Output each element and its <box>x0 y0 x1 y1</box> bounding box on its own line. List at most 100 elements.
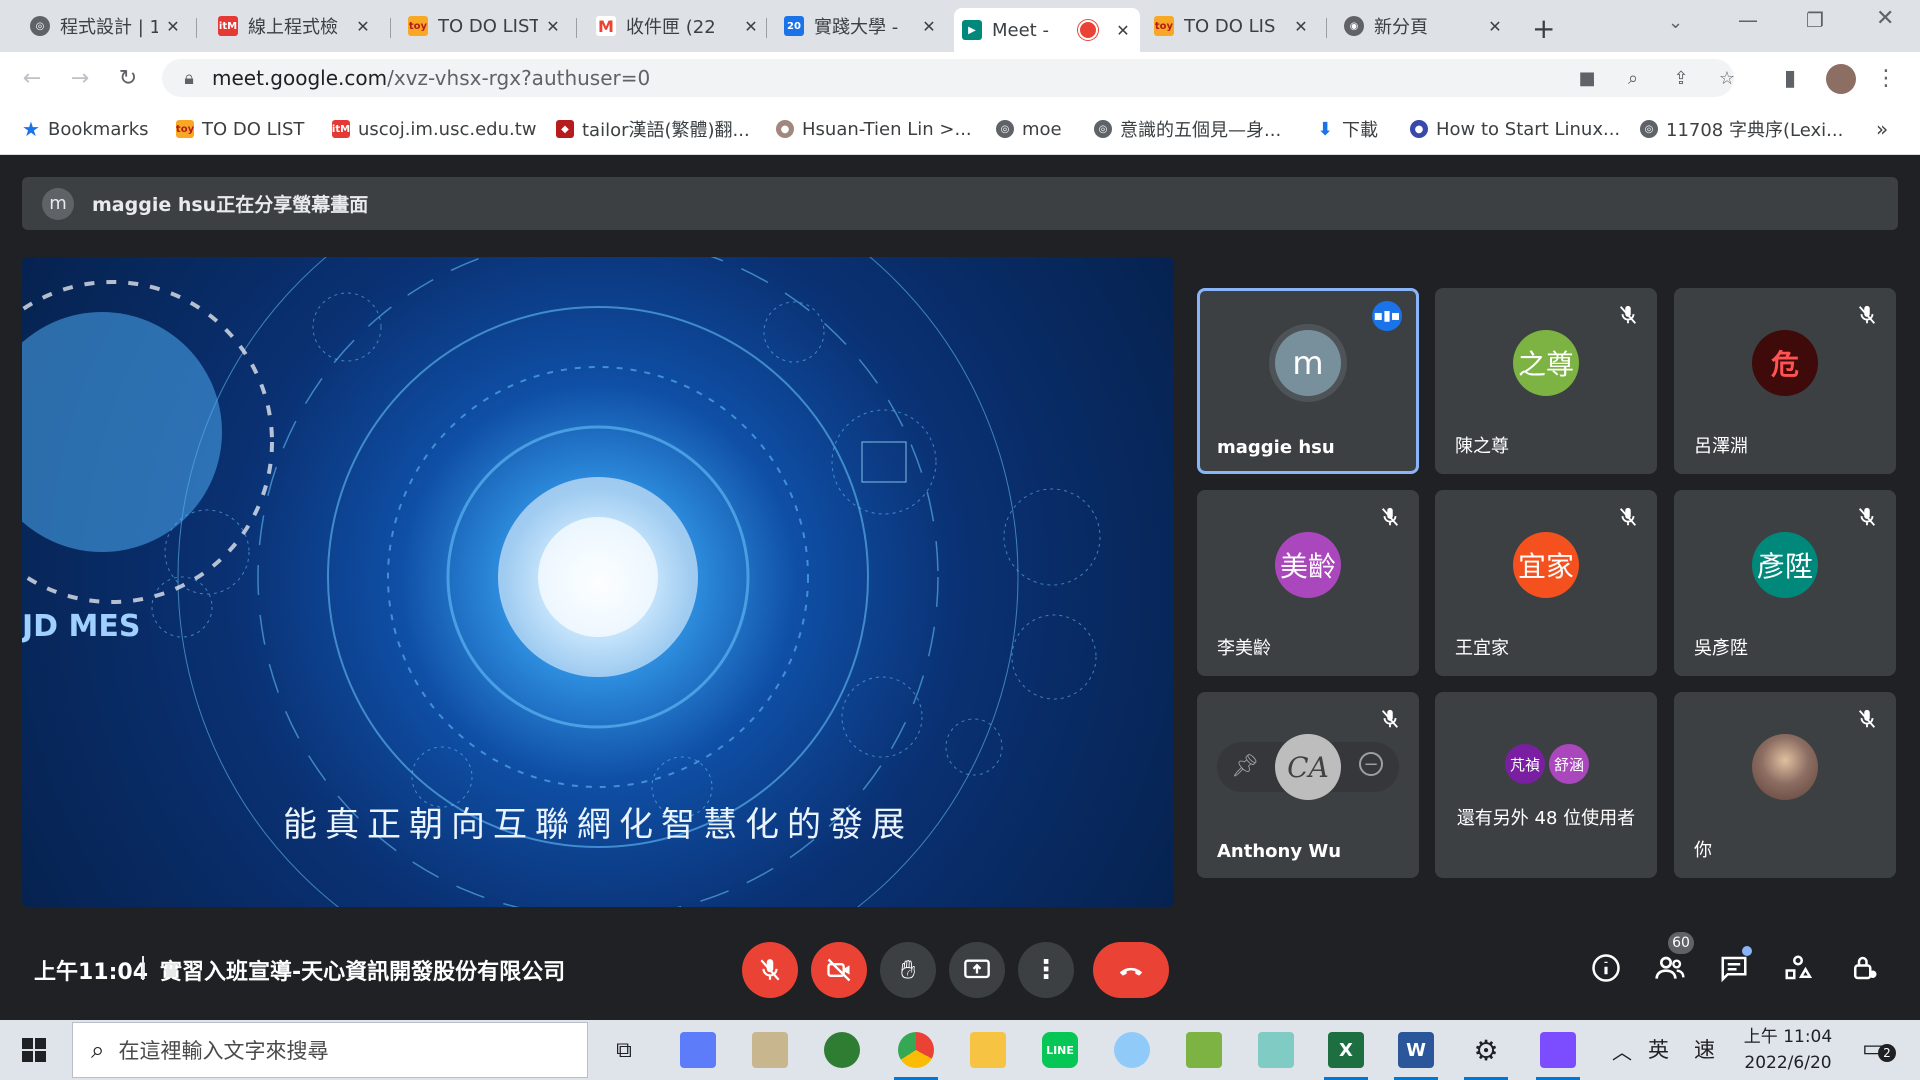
more-options-button[interactable]: ⋮ <box>1018 942 1074 998</box>
map-app-icon[interactable] <box>824 1032 860 1068</box>
presentation-brand-text: JD MES <box>22 609 141 644</box>
close-tab-icon[interactable]: ✕ <box>1486 17 1504 36</box>
notification-center-button[interactable]: ▭ 2 <box>1862 1034 1896 1062</box>
menu-icon[interactable]: ⋮ <box>1874 66 1898 91</box>
network-app-icon[interactable] <box>680 1032 716 1068</box>
tab-search-icon[interactable]: ⌄ <box>1668 12 1683 33</box>
bookmark-tailor[interactable]: ◆ tailor漢語(繁體)翻... <box>556 116 750 142</box>
mic-off-icon <box>1619 507 1637 526</box>
close-tab-icon[interactable]: ✕ <box>1292 17 1310 36</box>
taskbar-search-box[interactable]: ⌕ 在這裡輸入文字來搜尋 <box>72 1022 588 1078</box>
host-controls-button[interactable] <box>1846 950 1882 986</box>
url-text[interactable]: meet.google.com/xvz-vhsx-rgx?authuser=0 <box>212 66 650 90</box>
participant-tile-3[interactable]: 危 呂澤淵 <box>1674 288 1896 474</box>
participant-tile-5[interactable]: 宜家 王宜家 <box>1435 490 1657 676</box>
meeting-details-button[interactable] <box>1588 950 1624 986</box>
close-tab-icon[interactable]: ✕ <box>742 17 760 36</box>
tab-8[interactable]: ◉ 新分頁 ✕ <box>1336 8 1512 44</box>
participant-name: 你 <box>1694 840 1712 861</box>
chrome-app-icon[interactable] <box>898 1032 934 1068</box>
tab-1[interactable]: ◎ 程式設計 | 1 ✕ <box>22 8 190 44</box>
site-icon: ● <box>1410 120 1428 138</box>
bookmark-downloads[interactable]: ⬇ 下載 <box>1316 116 1378 142</box>
ime-mode[interactable]: 速 <box>1694 1034 1715 1064</box>
camera-toggle-button[interactable] <box>811 942 867 998</box>
bookmark-lexi[interactable]: ◎ 11708 字典序(Lexi... <box>1640 116 1843 142</box>
whiteboard-app-icon[interactable] <box>1258 1032 1294 1068</box>
close-window-button[interactable]: ✕ <box>1876 6 1894 31</box>
chat-icon <box>1721 956 1747 983</box>
line-app-icon[interactable]: LINE <box>1042 1032 1078 1068</box>
participant-tile-4[interactable]: 美齡 李美齡 <box>1197 490 1419 676</box>
paint-app-icon[interactable] <box>1114 1032 1150 1068</box>
tab-4[interactable]: M 收件匣 (22 ✕ <box>588 8 768 44</box>
activities-button[interactable] <box>1780 950 1816 986</box>
globe-icon: ◎ <box>30 16 50 36</box>
tray-chevron-icon[interactable]: ︿ <box>1612 1036 1632 1065</box>
close-tab-icon[interactable]: ✕ <box>544 17 562 36</box>
restore-button[interactable]: ❐ <box>1806 8 1824 32</box>
pin-icon[interactable]: 📌︎ <box>1231 754 1259 779</box>
participant-tile-2[interactable]: 之尊 陳之尊 <box>1435 288 1657 474</box>
side-panel-icon[interactable]: ▮ <box>1778 66 1802 91</box>
people-icon <box>1655 956 1685 979</box>
raise-hand-button[interactable]: ✋︎ <box>880 942 936 998</box>
bookmark-linux[interactable]: ● How to Start Linux... <box>1410 116 1620 142</box>
close-tab-icon[interactable]: ✕ <box>1114 21 1132 40</box>
camera-icon[interactable]: ■ <box>1576 67 1598 89</box>
more-participants-tile[interactable]: 芃禎 舒涵 還有另外 48 位使用者 <box>1435 692 1657 878</box>
chat-button[interactable] <box>1716 946 1752 986</box>
bookmark-uscoj[interactable]: itM uscoj.im.usc.edu.tw <box>332 116 537 142</box>
forward-button[interactable]: → <box>68 66 92 91</box>
more-bookmarks-icon[interactable]: » <box>1876 116 1888 142</box>
presenter-avatar: m <box>42 187 74 220</box>
tab-5[interactable]: 20 實踐大學 - ✕ <box>776 8 946 44</box>
present-screen-button[interactable] <box>949 942 1005 998</box>
tab-2[interactable]: itM 線上程式檢 ✕ <box>210 8 380 44</box>
leave-call-button[interactable] <box>1093 942 1169 998</box>
share-icon[interactable]: ⇪ <box>1670 67 1692 89</box>
tab-3[interactable]: toy TO DO LIST ✕ <box>400 8 570 44</box>
minimize-button[interactable]: — <box>1738 8 1758 32</box>
visual-studio-icon[interactable] <box>1540 1032 1576 1068</box>
tab-meet-active[interactable]: ▶ Meet - ✕ <box>954 8 1140 52</box>
bookmark-bookmarks[interactable]: ★ Bookmarks <box>22 116 149 142</box>
participant-tile-anthony[interactable]: 📌︎ − CA Anthony Wu <box>1197 692 1419 878</box>
notes-app-icon[interactable] <box>1186 1032 1222 1068</box>
bookmark-consciousness[interactable]: ◎ 意識的五個見—身... <box>1094 116 1281 142</box>
new-tab-button[interactable]: + <box>1532 12 1555 45</box>
bookmark-todo[interactable]: toy TO DO LIST <box>176 116 304 142</box>
itm-icon: itM <box>218 16 238 36</box>
tab-divider <box>766 18 767 38</box>
remove-icon[interactable]: − <box>1359 752 1383 776</box>
system-clock[interactable]: 上午 11:04 2022/6/20 <box>1738 1024 1838 1076</box>
excel-app-icon[interactable]: X <box>1328 1032 1364 1068</box>
lock-icon[interactable]: 🔒︎ <box>178 67 200 89</box>
avatar: 之尊 <box>1513 330 1579 396</box>
reload-button[interactable]: ↻ <box>116 66 140 91</box>
participant-tile-maggie[interactable]: m ▪▮▪ maggie hsu <box>1197 288 1419 474</box>
bookmark-star-icon[interactable]: ☆ <box>1716 67 1738 89</box>
back-button[interactable]: ← <box>20 66 44 91</box>
word-app-icon[interactable]: W <box>1398 1032 1434 1068</box>
profile-avatar[interactable] <box>1826 64 1856 94</box>
close-tab-icon[interactable]: ✕ <box>920 17 938 36</box>
bookmark-moe[interactable]: ◎ moe <box>996 116 1062 142</box>
participant-tile-6[interactable]: 彥陞 吳彥陞 <box>1674 490 1896 676</box>
address-bar[interactable]: 🔒︎ meet.google.com/xvz-vhsx-rgx?authuser… <box>162 59 1735 97</box>
tab-7[interactable]: toy TO DO LIS ✕ <box>1146 8 1318 44</box>
ime-language[interactable]: 英 <box>1648 1034 1669 1064</box>
zoom-icon[interactable]: ⌕ <box>1622 67 1644 89</box>
people-button[interactable]: 60 <box>1652 932 1694 986</box>
participant-tile-you[interactable]: 你 <box>1674 692 1896 878</box>
clock-time: 上午 11:04 <box>1743 1027 1833 1047</box>
notepad-app-icon[interactable] <box>752 1032 788 1068</box>
task-view-icon[interactable]: ⧉ <box>606 1032 642 1068</box>
start-button[interactable] <box>22 1038 46 1066</box>
settings-app-icon[interactable]: ⚙︎ <box>1468 1032 1504 1068</box>
file-explorer-icon[interactable] <box>970 1032 1006 1068</box>
bookmark-hsuan-tien[interactable]: ● Hsuan-Tien Lin >... <box>776 116 972 142</box>
close-tab-icon[interactable]: ✕ <box>354 17 372 36</box>
close-tab-icon[interactable]: ✕ <box>164 17 182 36</box>
mic-toggle-button[interactable] <box>742 942 798 998</box>
